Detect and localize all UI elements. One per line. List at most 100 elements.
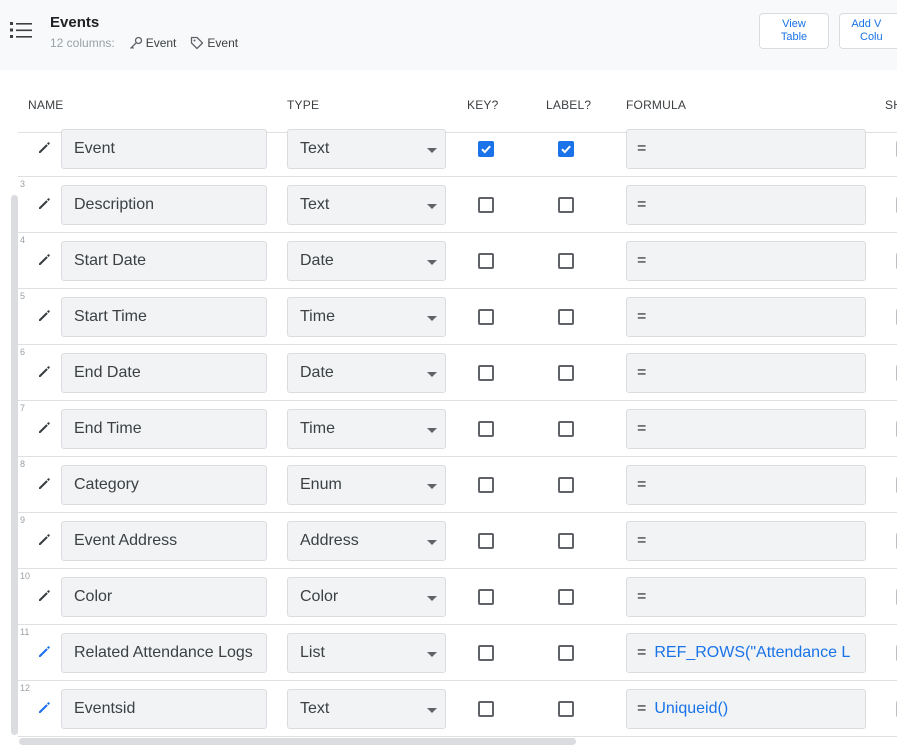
edit-pencil-icon[interactable] [37, 421, 51, 435]
column-type-select[interactable]: Text [287, 689, 446, 729]
formula-input[interactable]: = [626, 465, 866, 505]
column-type-value: Text [300, 700, 330, 717]
column-type-select[interactable]: Date [287, 353, 446, 393]
edit-pencil-icon[interactable] [37, 253, 51, 267]
column-name-input[interactable]: Event Address [61, 521, 267, 561]
column-type-select[interactable]: Time [287, 409, 446, 449]
columns-count: 12 columns: [50, 36, 115, 50]
label-checkbox[interactable] [558, 197, 574, 213]
label-checkbox[interactable] [558, 645, 574, 661]
formula-input[interactable]: = [626, 353, 866, 393]
column-name-input[interactable]: Description [61, 185, 267, 225]
column-name-input[interactable]: End Date [61, 353, 267, 393]
formula-equals: = [637, 532, 647, 549]
key-checkbox[interactable] [478, 645, 494, 661]
column-name-input[interactable]: Category [61, 465, 267, 505]
column-name-input[interactable]: Related Attendance Logs [61, 633, 267, 673]
row-number: 4 [20, 235, 26, 245]
column-type-select[interactable]: Color [287, 577, 446, 617]
column-row: 4 Start Date Date = [18, 233, 897, 289]
view-table-button[interactable]: View Table [759, 13, 829, 49]
column-name-input[interactable]: End Time [61, 409, 267, 449]
vertical-scrollbar[interactable] [11, 195, 18, 735]
formula-input[interactable]: = [626, 241, 866, 281]
edit-pencil-icon[interactable] [37, 309, 51, 323]
edit-pencil-icon[interactable] [37, 701, 51, 715]
formula-input[interactable]: = [626, 297, 866, 337]
column-type-select[interactable]: Enum [287, 465, 446, 505]
column-name-value: Related Attendance Logs [74, 644, 253, 661]
row-number: 12 [20, 683, 31, 693]
formula-equals: = [637, 252, 647, 269]
tag-icon [191, 36, 204, 50]
column-type-value: Date [300, 252, 334, 269]
key-checkbox[interactable] [478, 197, 494, 213]
key-checkbox[interactable] [478, 701, 494, 717]
key-checkbox[interactable] [478, 253, 494, 269]
column-type-select[interactable]: Date [287, 241, 446, 281]
add-virtual-column-button[interactable]: Add V Colu [839, 13, 897, 49]
edit-pencil-icon[interactable] [37, 477, 51, 491]
key-checkbox[interactable] [478, 309, 494, 325]
formula-input[interactable]: = [626, 521, 866, 561]
formula-input[interactable]: = [626, 577, 866, 617]
column-type-value: Color [300, 588, 339, 605]
label-checkbox[interactable] [558, 253, 574, 269]
label-checkbox[interactable] [558, 701, 574, 717]
key-checkbox[interactable] [478, 477, 494, 493]
edit-pencil-icon[interactable] [37, 589, 51, 603]
label-checkbox[interactable] [558, 533, 574, 549]
label-checkbox[interactable] [558, 309, 574, 325]
formula-equals: = [637, 420, 647, 437]
column-name-input[interactable]: Color [61, 577, 267, 617]
label-checkbox[interactable] [558, 141, 574, 157]
dropdown-caret-icon [427, 204, 437, 209]
column-type-select[interactable]: Time [287, 297, 446, 337]
formula-input[interactable]: = [626, 185, 866, 225]
label-checkbox[interactable] [558, 421, 574, 437]
formula-equals: = [637, 644, 647, 661]
column-header-name: NAME [28, 98, 64, 112]
formula-expression: Uniqueid() [654, 700, 729, 717]
formula-input[interactable]: = [626, 409, 866, 449]
edit-pencil-icon[interactable] [37, 645, 51, 659]
column-row: 3 Description Text = [18, 177, 897, 233]
view-table-line2: Table [780, 31, 808, 43]
key-checkbox[interactable] [478, 365, 494, 381]
column-type-select[interactable]: Text [287, 129, 446, 169]
column-type-value: Enum [300, 476, 342, 493]
column-name-input[interactable]: Eventsid [61, 689, 267, 729]
key-chip: Event [129, 36, 176, 50]
column-type-value: Address [300, 532, 359, 549]
column-name-value: End Date [74, 364, 141, 381]
key-checkbox[interactable] [478, 141, 494, 157]
edit-pencil-icon[interactable] [37, 365, 51, 379]
key-checkbox[interactable] [478, 533, 494, 549]
label-checkbox[interactable] [558, 589, 574, 605]
column-row: 7 End Time Time = [18, 401, 897, 457]
edit-pencil-icon[interactable] [37, 197, 51, 211]
list-icon[interactable] [10, 20, 32, 40]
key-checkbox[interactable] [478, 421, 494, 437]
edit-pencil-icon[interactable] [37, 141, 51, 155]
column-type-value: Text [300, 140, 330, 157]
label-checkbox[interactable] [558, 477, 574, 493]
column-type-select[interactable]: Text [287, 185, 446, 225]
column-row: 8 Category Enum = [18, 457, 897, 513]
key-checkbox[interactable] [478, 589, 494, 605]
horizontal-scrollbar[interactable] [19, 738, 576, 745]
column-type-value: Time [300, 420, 335, 437]
label-checkbox[interactable] [558, 365, 574, 381]
formula-input[interactable]: = REF_ROWS("Attendance L [626, 633, 866, 673]
formula-input[interactable]: = Uniqueid() [626, 689, 866, 729]
column-type-select[interactable]: List [287, 633, 446, 673]
column-name-input[interactable]: Start Time [61, 297, 267, 337]
dropdown-caret-icon [427, 540, 437, 545]
column-type-select[interactable]: Address [287, 521, 446, 561]
column-name-input[interactable]: Start Date [61, 241, 267, 281]
column-name-input[interactable]: Event [61, 129, 267, 169]
column-row: 10 Color Color = [18, 569, 897, 625]
edit-pencil-icon[interactable] [37, 533, 51, 547]
formula-input[interactable]: = [626, 129, 866, 169]
view-table-line1: View [782, 18, 806, 30]
